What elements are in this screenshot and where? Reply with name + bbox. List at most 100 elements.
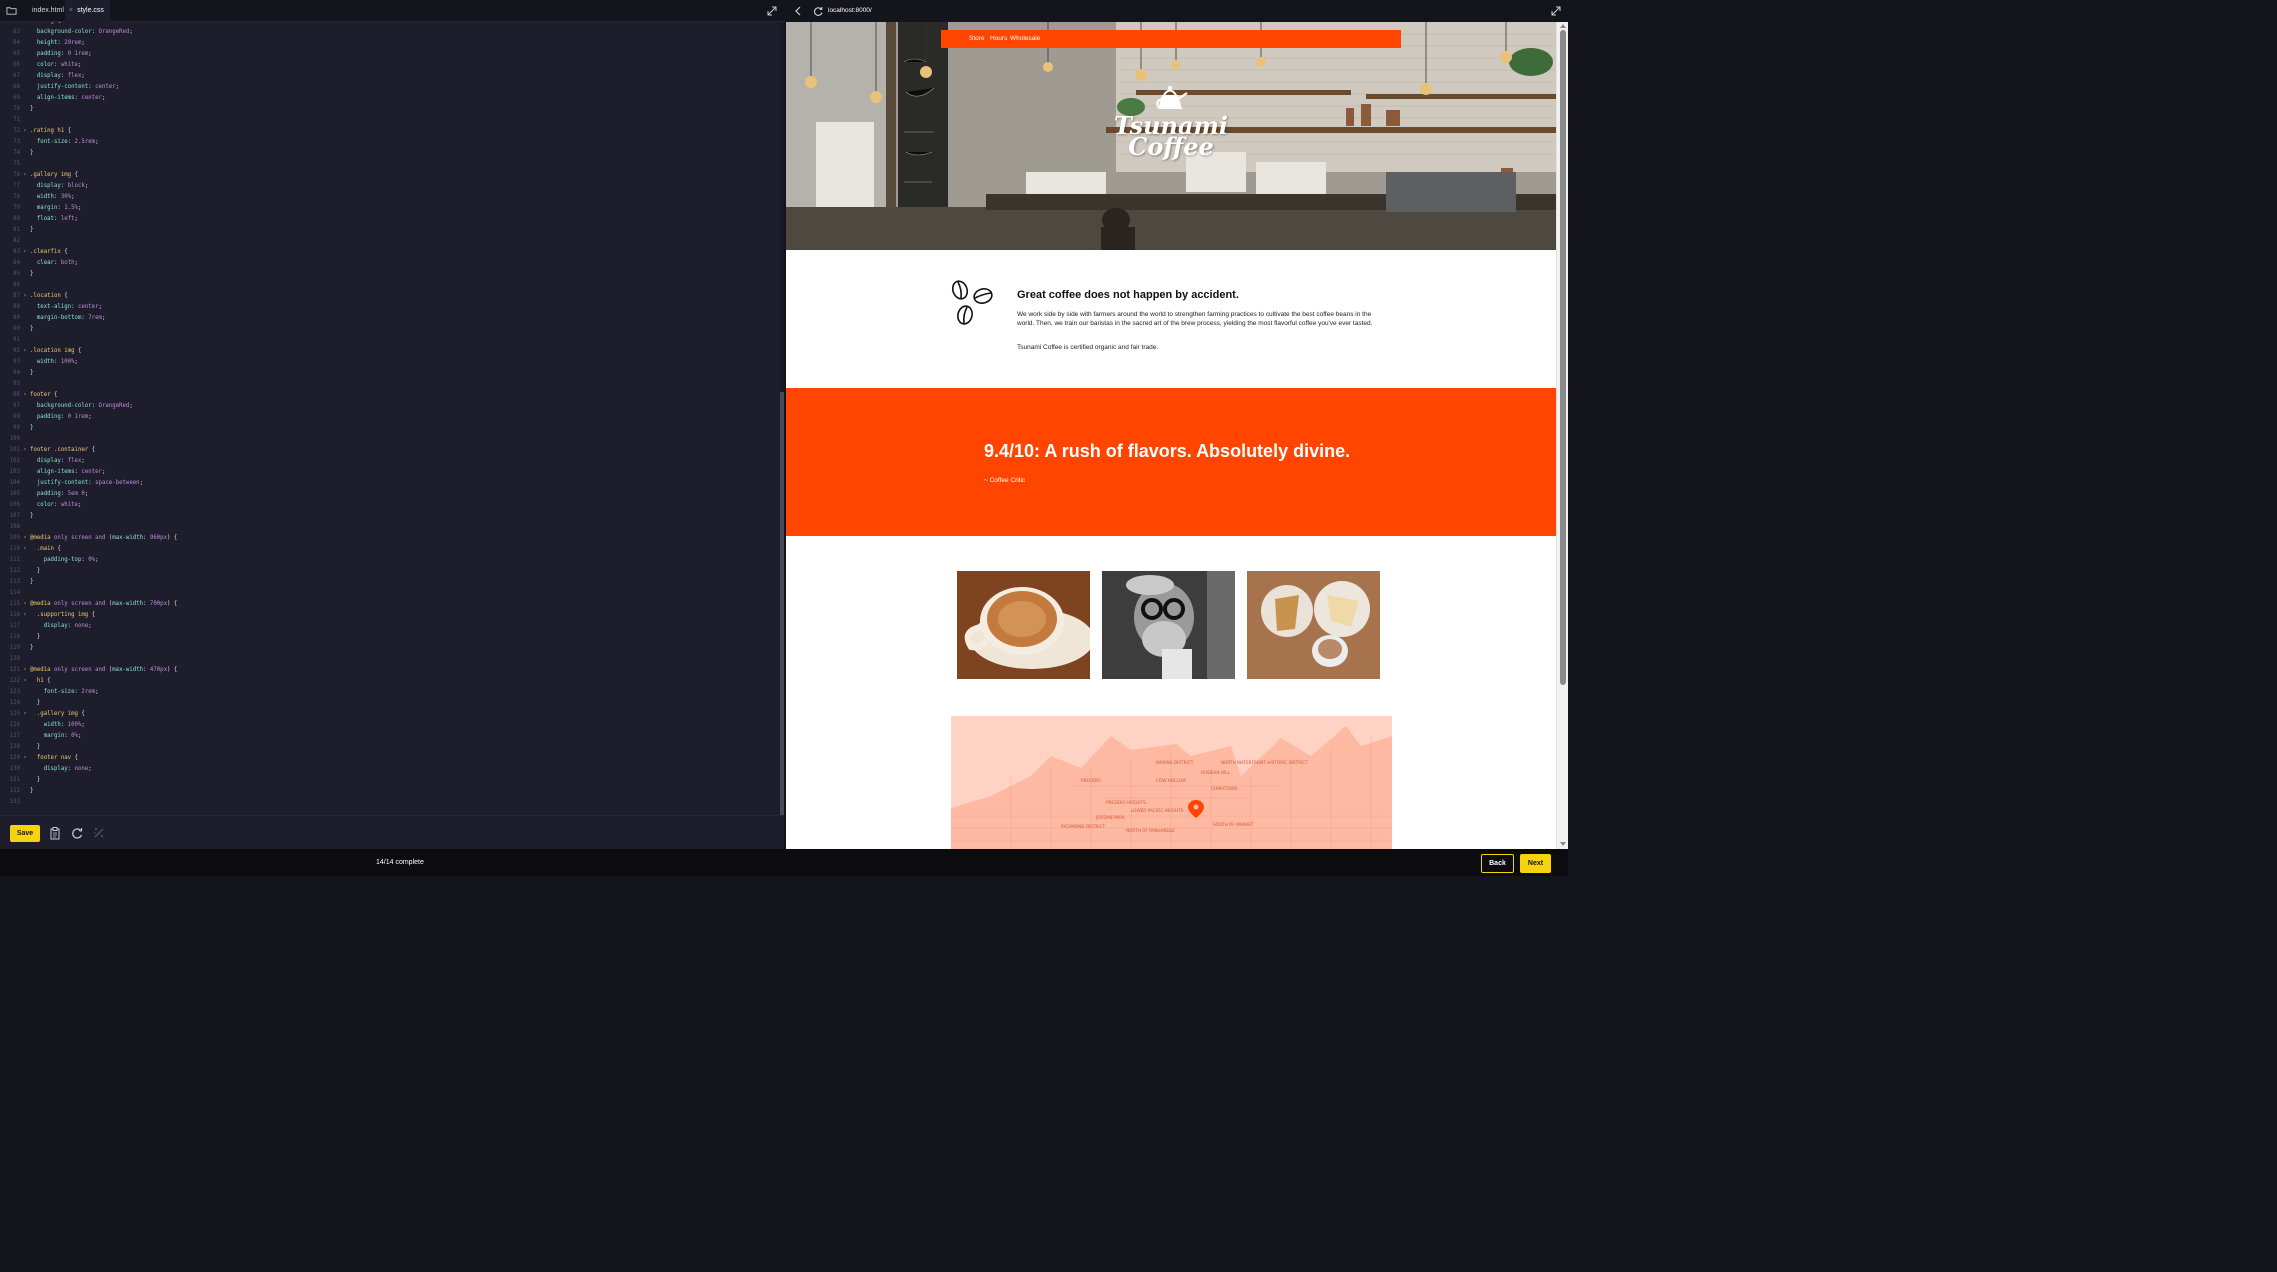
- code-line[interactable]: 74}: [0, 148, 780, 159]
- next-button[interactable]: Next: [1520, 854, 1551, 873]
- code-text[interactable]: }: [30, 742, 40, 753]
- code-line[interactable]: 64 height: 20rem;: [0, 38, 780, 49]
- back-arrow-icon[interactable]: [792, 5, 804, 17]
- preview-scrollbar[interactable]: [1556, 22, 1568, 849]
- fold-toggle-icon[interactable]: ▾: [20, 544, 30, 555]
- reload-icon[interactable]: [812, 5, 824, 17]
- code-line[interactable]: 105 padding: 5em 0;: [0, 489, 780, 500]
- fold-toggle-icon[interactable]: ▾: [20, 346, 30, 357]
- code-line[interactable]: 81}: [0, 225, 780, 236]
- code-text[interactable]: justify-content: space-between;: [30, 478, 143, 489]
- code-line[interactable]: 119}: [0, 643, 780, 654]
- code-text[interactable]: background-color: OrangeRed;: [30, 27, 133, 38]
- code-line[interactable]: 86: [0, 280, 780, 291]
- code-text[interactable]: padding: 5em 0;: [30, 489, 88, 500]
- code-area[interactable]: 62▾.rating {63 background-color: OrangeR…: [0, 22, 780, 815]
- fold-toggle-icon[interactable]: ▾: [20, 390, 30, 401]
- code-text[interactable]: font-size: 2rem;: [30, 687, 99, 698]
- fold-toggle-icon[interactable]: ▾: [20, 610, 30, 621]
- site-logo-text[interactable]: Tsunami Coffee: [1086, 114, 1256, 159]
- code-text[interactable]: @media only screen and (max-width: 470px…: [30, 665, 177, 676]
- code-text[interactable]: margin: 1.5%;: [30, 203, 82, 214]
- code-line[interactable]: 92 ▾ .location img {: [0, 346, 780, 357]
- code-line[interactable]: 133: [0, 797, 780, 808]
- code-text[interactable]: clear: both;: [30, 258, 78, 269]
- code-text[interactable]: width: 100%;: [30, 357, 78, 368]
- fold-toggle-icon[interactable]: ▾: [20, 665, 30, 676]
- code-line[interactable]: 77 display: block;: [0, 181, 780, 192]
- code-text[interactable]: @media only screen and (max-width: 960px…: [30, 533, 177, 544]
- address-bar[interactable]: localhost:8000/: [828, 0, 872, 22]
- code-line[interactable]: 63 background-color: OrangeRed;: [0, 27, 780, 38]
- code-line[interactable]: 101 ▾ footer .container {: [0, 445, 780, 456]
- code-line[interactable]: 111 padding-top: 0%;: [0, 555, 780, 566]
- code-line[interactable]: 109 ▾ @media only screen and (max-width: 9…: [0, 533, 780, 544]
- code-text[interactable]: }: [30, 643, 33, 654]
- fold-toggle-icon[interactable]: ▾: [20, 170, 30, 181]
- editor-scrollbar[interactable]: [780, 22, 784, 815]
- fold-toggle-icon[interactable]: ▾: [20, 676, 30, 687]
- code-text[interactable]: text-align: center;: [30, 302, 102, 313]
- code-text[interactable]: .rating h1 {: [30, 126, 71, 137]
- code-line[interactable]: 94}: [0, 368, 780, 379]
- nav-link-hours[interactable]: Hours: [990, 30, 1007, 48]
- code-line[interactable]: 75: [0, 159, 780, 170]
- code-line[interactable]: 89 margin-bottom: 7rem;: [0, 313, 780, 324]
- code-line[interactable]: 88 text-align: center;: [0, 302, 780, 313]
- code-line[interactable]: 66 color: white;: [0, 60, 780, 71]
- code-line[interactable]: 73 font-size: 2.5rem;: [0, 137, 780, 148]
- folder-icon[interactable]: [6, 5, 17, 16]
- code-text[interactable]: .gallery img {: [30, 709, 85, 720]
- code-line[interactable]: 120: [0, 654, 780, 665]
- code-line[interactable]: 131 }: [0, 775, 780, 786]
- code-text[interactable]: .location img {: [30, 346, 81, 357]
- code-line[interactable]: 100: [0, 434, 780, 445]
- code-text[interactable]: .supporting img {: [30, 610, 95, 621]
- code-text[interactable]: margin-bottom: 7rem;: [30, 313, 106, 324]
- code-line[interactable]: 79 margin: 1.5%;: [0, 203, 780, 214]
- code-text[interactable]: }: [30, 423, 33, 434]
- code-text[interactable]: h1 {: [30, 676, 51, 687]
- code-line[interactable]: 114: [0, 588, 780, 599]
- code-line[interactable]: 125 ▾ .gallery img {: [0, 709, 780, 720]
- code-text[interactable]: align-items: center;: [30, 93, 106, 104]
- code-line[interactable]: 129 ▾ footer nav {: [0, 753, 780, 764]
- code-text[interactable]: footer nav {: [30, 753, 78, 764]
- code-text[interactable]: width: 30%;: [30, 192, 75, 203]
- code-text[interactable]: background-color: OrangeRed;: [30, 401, 133, 412]
- code-line[interactable]: 90}: [0, 324, 780, 335]
- back-button[interactable]: Back: [1481, 854, 1514, 873]
- code-line[interactable]: 128 }: [0, 742, 780, 753]
- fold-toggle-icon[interactable]: ▾: [20, 709, 30, 720]
- code-line[interactable]: 115 ▾ @media only screen and (max-width: 7…: [0, 599, 780, 610]
- expand-icon[interactable]: [766, 5, 778, 17]
- code-line[interactable]: 126 width: 100%;: [0, 720, 780, 731]
- code-line[interactable]: 93 width: 100%;: [0, 357, 780, 368]
- code-text[interactable]: margin: 0%;: [30, 731, 82, 742]
- code-line[interactable]: 65 padding: 0 1rem;: [0, 49, 780, 60]
- fold-toggle-icon[interactable]: ▾: [20, 599, 30, 610]
- code-text[interactable]: }: [30, 632, 40, 643]
- code-line[interactable]: 76 ▾ .gallery img {: [0, 170, 780, 181]
- code-line[interactable]: 121 ▾ @media only screen and (max-width: 4…: [0, 665, 780, 676]
- code-text[interactable]: }: [30, 104, 33, 115]
- code-line[interactable]: 96 ▾ footer {: [0, 390, 780, 401]
- tab-index-html[interactable]: index.html: [26, 0, 70, 22]
- code-text[interactable]: }: [30, 368, 33, 379]
- code-line[interactable]: 116 ▾ .supporting img {: [0, 610, 780, 621]
- code-line[interactable]: 91: [0, 335, 780, 346]
- code-text[interactable]: .clearfix {: [30, 247, 68, 258]
- nav-link-wholesale[interactable]: Wholesale: [1010, 30, 1040, 48]
- code-text[interactable]: display: flex;: [30, 456, 85, 467]
- code-line[interactable]: 124 }: [0, 698, 780, 709]
- fold-toggle-icon[interactable]: ▾: [20, 126, 30, 137]
- code-text[interactable]: color: white;: [30, 500, 82, 511]
- editor-scrollbar-thumb[interactable]: [780, 392, 784, 815]
- code-text[interactable]: font-size: 2.5rem;: [30, 137, 99, 148]
- code-text[interactable]: }: [30, 225, 33, 236]
- code-line[interactable]: 103 align-items: center;: [0, 467, 780, 478]
- scroll-down-arrow-icon[interactable]: [1560, 842, 1566, 846]
- scroll-up-arrow-icon[interactable]: [1560, 24, 1566, 28]
- code-line[interactable]: 71: [0, 115, 780, 126]
- fold-toggle-icon[interactable]: ▾: [20, 291, 30, 302]
